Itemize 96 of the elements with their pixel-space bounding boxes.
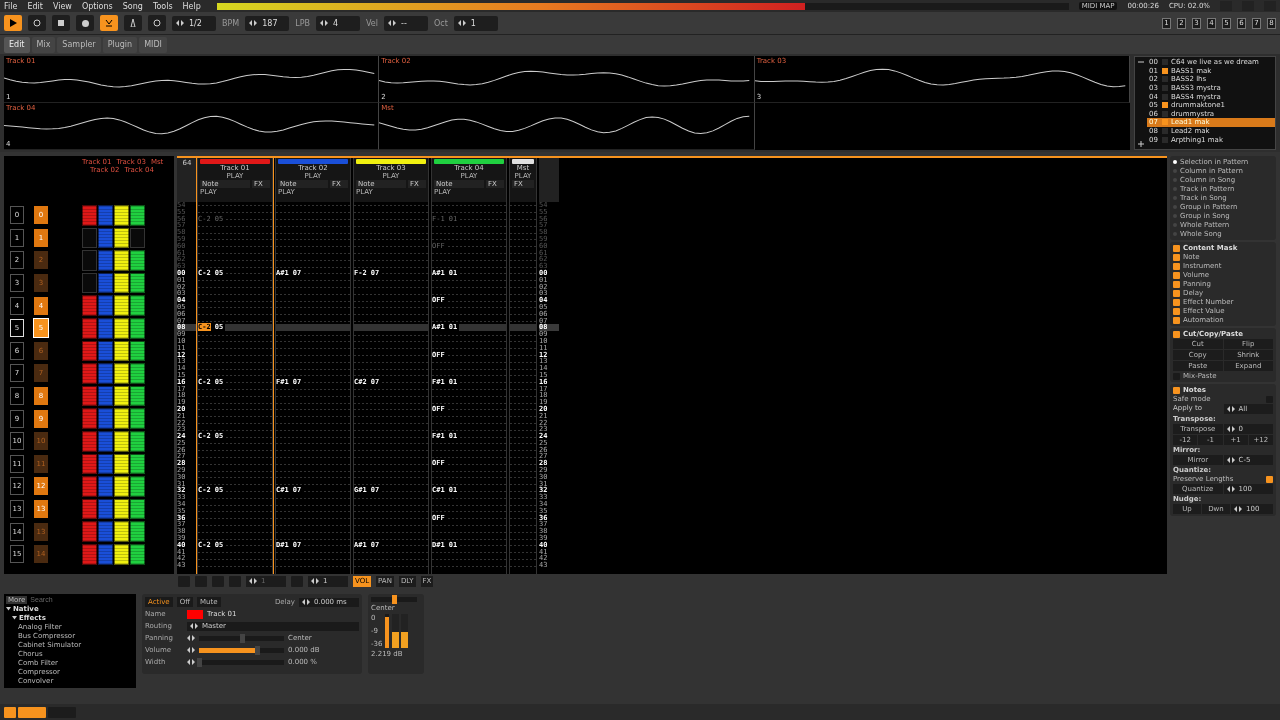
checkbox[interactable]	[1173, 280, 1180, 288]
parameter-slider[interactable]	[199, 635, 284, 641]
checkbox[interactable]	[1173, 316, 1180, 324]
radio-icon[interactable]	[1173, 160, 1177, 164]
header-corner-panel	[539, 158, 559, 202]
pattern-position-field[interactable]: 1/2	[172, 15, 216, 31]
level-meter-icon	[392, 614, 409, 648]
track-color-swatch[interactable]	[187, 609, 203, 619]
checkbox[interactable]	[1266, 475, 1273, 483]
collapse-icon[interactable]	[1173, 244, 1180, 252]
lpb-field[interactable]: 4	[316, 15, 360, 31]
footer-grid-icon[interactable]	[18, 706, 46, 718]
matrix-slot[interactable]	[130, 317, 145, 339]
checkbox[interactable]	[1173, 253, 1180, 261]
checkbox[interactable]	[1173, 307, 1180, 315]
stepper-arrows-icon[interactable]	[457, 20, 466, 26]
volume-fader[interactable]	[385, 614, 390, 648]
record-button[interactable]	[76, 15, 94, 31]
expand-caret-icon[interactable]	[6, 606, 11, 611]
minus-icon[interactable]	[1138, 59, 1144, 65]
matrix-slot[interactable]	[114, 227, 129, 249]
matrix-slot[interactable]	[114, 272, 129, 294]
menu-item[interactable]: Edit	[27, 1, 43, 11]
stepper-arrows-icon[interactable]	[1226, 406, 1235, 412]
stepper-arrows-icon[interactable]	[176, 20, 184, 26]
matrix-slot[interactable]	[130, 498, 145, 520]
loop-button[interactable]	[28, 15, 46, 31]
stop-button[interactable]	[52, 15, 70, 31]
bpm-label: BPM	[222, 18, 240, 28]
stepper-arrows-icon[interactable]	[1234, 506, 1242, 512]
menu-item[interactable]: View	[52, 1, 72, 11]
collapse-icon[interactable]	[1173, 386, 1180, 394]
matrix-slot[interactable]	[130, 340, 145, 362]
matrix-slot[interactable]	[114, 498, 129, 520]
checkbox[interactable]	[1173, 289, 1180, 297]
record-icon	[81, 19, 89, 27]
view-tab[interactable]: Plugin	[102, 36, 138, 53]
stepper-arrows-icon[interactable]	[1226, 486, 1235, 492]
menu-item[interactable]: Options	[81, 1, 113, 11]
octave-label: Oct	[434, 18, 448, 28]
view-tab[interactable]: Edit	[4, 36, 30, 53]
menu-item[interactable]: Help	[182, 1, 201, 11]
stepper-arrows-icon[interactable]	[190, 623, 198, 629]
matrix-slot[interactable]	[130, 453, 145, 475]
checkbox[interactable]	[1173, 298, 1180, 306]
matrix-slot[interactable]	[130, 430, 145, 452]
checkbox[interactable]	[1173, 271, 1180, 279]
stepper-arrows-icon[interactable]	[187, 659, 195, 665]
matrix-slot[interactable]	[114, 340, 129, 362]
stepper-arrows-icon[interactable]	[1226, 426, 1235, 432]
velocity-field[interactable]: --	[384, 15, 428, 31]
stepper-arrows-icon[interactable]	[249, 20, 258, 26]
octave-field[interactable]: 1	[453, 15, 498, 31]
follow-arrow-icon	[105, 19, 113, 27]
lpb-label: LPB	[295, 18, 310, 28]
follow-button[interactable]	[100, 15, 118, 31]
parameter-slider[interactable]	[199, 647, 284, 653]
matrix-slot[interactable]	[114, 385, 129, 407]
view-tab[interactable]: MIDI	[139, 36, 167, 53]
menu-item[interactable]: Song	[122, 1, 143, 11]
loop-icon	[153, 19, 161, 27]
matrix-slot[interactable]	[114, 543, 129, 565]
matrix-slot[interactable]	[114, 453, 129, 475]
stepper-arrows-icon[interactable]	[320, 20, 328, 26]
stepper-arrows-icon[interactable]	[1226, 457, 1235, 463]
stepper-arrows-icon[interactable]	[302, 599, 310, 605]
stepper-arrows-icon[interactable]	[249, 578, 257, 584]
stepper-arrows-icon[interactable]	[187, 635, 195, 641]
pattern-loop-button[interactable]	[148, 15, 166, 31]
matrix-slot[interactable]	[130, 272, 145, 294]
view-tab[interactable]: Sampler	[57, 36, 101, 53]
stop-icon	[58, 20, 64, 26]
stepper-arrows-icon[interactable]	[187, 647, 195, 653]
play-button[interactable]	[4, 15, 22, 31]
matrix-slot[interactable]	[130, 385, 145, 407]
plus-icon[interactable]	[1138, 141, 1144, 147]
metronome-button[interactable]	[124, 15, 142, 31]
matrix-slot[interactable]	[114, 430, 129, 452]
matrix-slot[interactable]	[114, 317, 129, 339]
footer-toggle-icon[interactable]	[4, 706, 16, 718]
view-tab[interactable]: Mix	[31, 36, 56, 53]
metronome-icon	[129, 19, 137, 27]
bpm-field[interactable]: 187	[245, 15, 290, 31]
stepper-arrows-icon[interactable]	[388, 20, 396, 26]
pan-slider[interactable]	[371, 597, 417, 602]
loop-icon	[33, 19, 41, 27]
menu-item[interactable]: Tools	[152, 1, 173, 11]
expand-caret-icon[interactable]	[12, 615, 17, 620]
velocity-label: Vel	[366, 18, 378, 28]
menu-item[interactable]: File	[4, 1, 18, 11]
matrix-slot[interactable]	[130, 543, 145, 565]
play-icon	[9, 19, 17, 27]
checkbox[interactable]	[1173, 262, 1180, 270]
collapse-icon[interactable]	[1173, 330, 1180, 338]
parameter-slider[interactable]	[199, 659, 284, 665]
stepper-arrows-icon[interactable]	[311, 578, 319, 584]
